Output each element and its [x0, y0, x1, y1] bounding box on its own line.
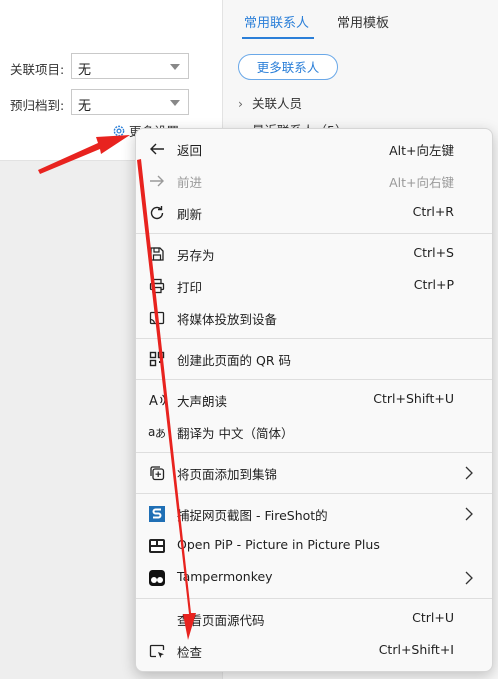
annotation-arrow-lower	[137, 159, 196, 640]
annotation-arrows	[38, 135, 196, 640]
annotation-arrow-upper	[38, 135, 130, 174]
